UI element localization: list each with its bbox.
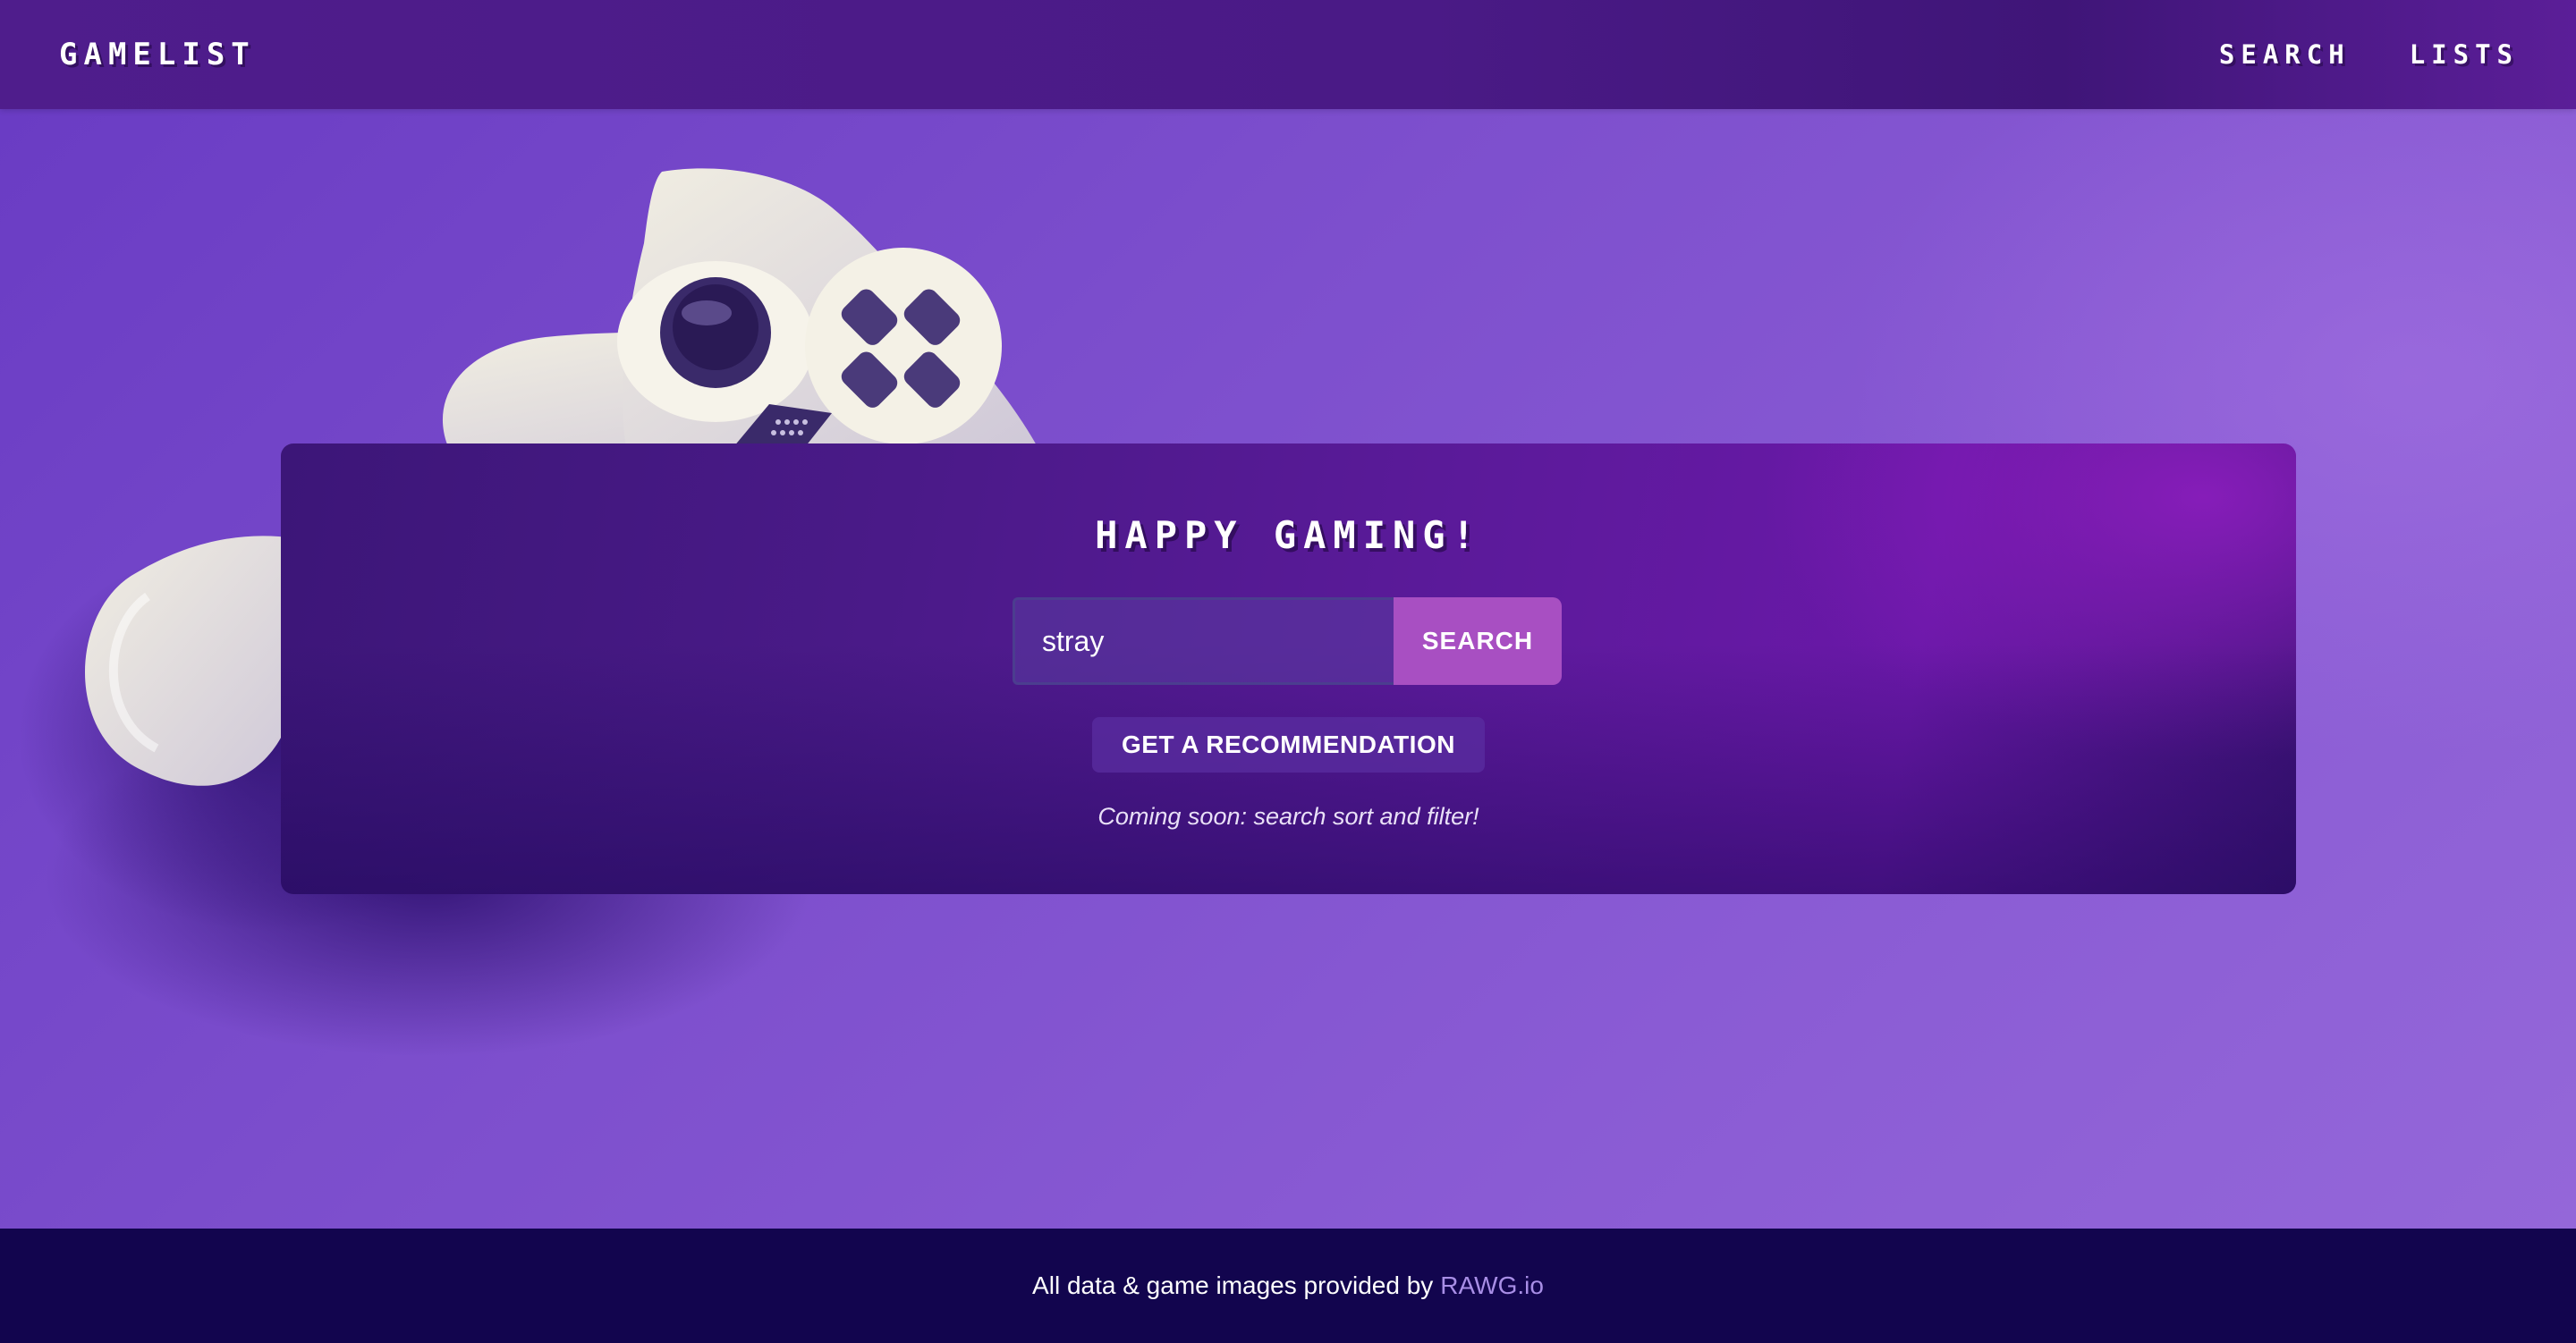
top-nav-bar: GAMELIST SEARCH LISTS <box>0 0 2576 109</box>
coming-soon-note: Coming soon: search sort and filter! <box>1097 803 1479 830</box>
nav-search-link[interactable]: SEARCH <box>2219 39 2351 70</box>
footer: All data & game images provided by RAWG.… <box>0 1229 2576 1343</box>
search-button[interactable]: SEARCH <box>1394 597 1562 685</box>
footer-credit-text: All data & game images provided by <box>1032 1271 1434 1299</box>
get-recommendation-button[interactable]: GET A RECOMMENDATION <box>1092 717 1485 773</box>
main-nav: SEARCH LISTS <box>2219 39 2519 70</box>
rawg-link[interactable]: RAWG.io <box>1440 1271 1544 1300</box>
nav-lists-link[interactable]: LISTS <box>2410 39 2519 70</box>
search-input[interactable] <box>1013 597 1394 685</box>
app-root: GAMELIST SEARCH LISTS HAPPY GAMING! stra… <box>0 0 2576 1343</box>
search-bar: SEARCH <box>1013 597 1562 685</box>
search-card: HAPPY GAMING! SEARCH GET A RECOMMENDATIO… <box>281 443 2296 894</box>
page-title: HAPPY GAMING! <box>1095 513 1482 557</box>
app-logo[interactable]: GAMELIST <box>59 37 256 72</box>
